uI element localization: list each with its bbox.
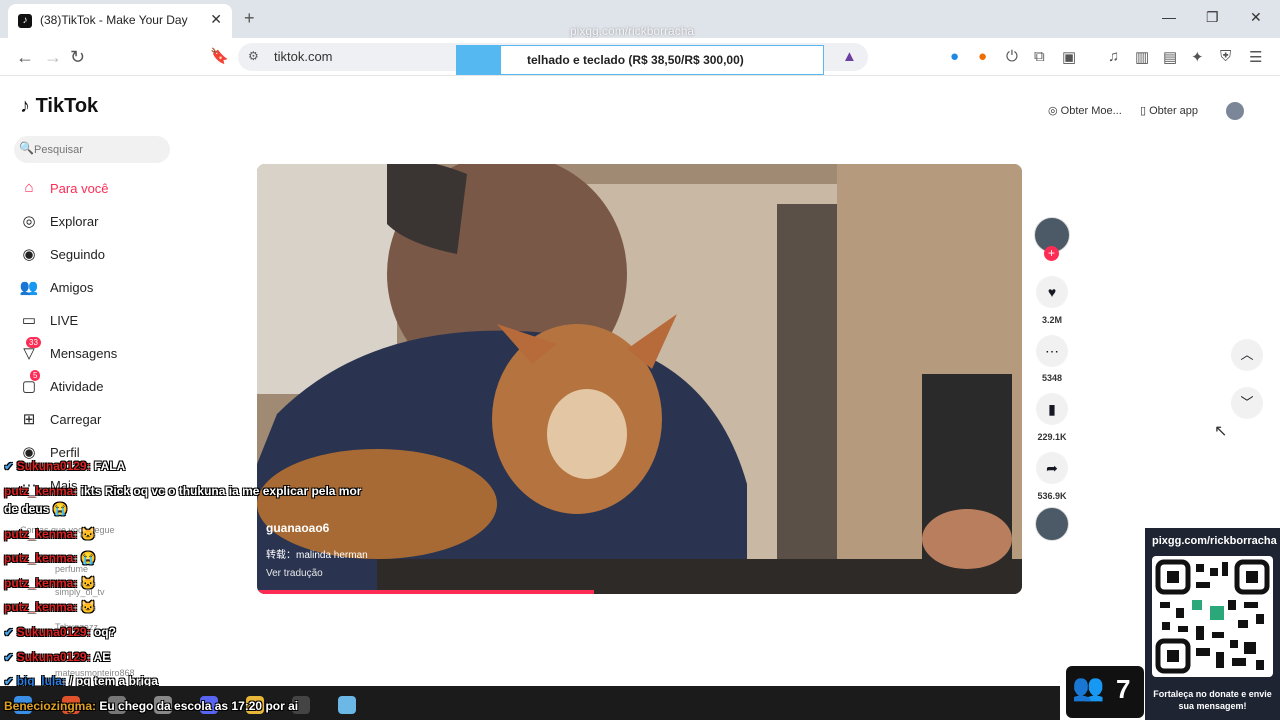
- sidebar-item-amigos[interactable]: 👥 Amigos: [18, 276, 218, 302]
- restore-icon[interactable]: ❐: [1206, 9, 1219, 26]
- close-window-icon[interactable]: ✕: [1250, 9, 1262, 26]
- wallet-icon[interactable]: ▤: [1163, 48, 1177, 66]
- donate-goal-text: telhado e teclado (R$ 38,50/R$ 300,00): [527, 53, 744, 67]
- search-icon: 🔍: [19, 141, 34, 155]
- extension-icon[interactable]: ●: [978, 48, 987, 65]
- live-icon: ▭: [21, 312, 37, 329]
- brave-rewards-icon[interactable]: ▲: [842, 48, 857, 65]
- chat-message: ✔ Sukuna0129: FALA: [4, 459, 126, 473]
- minimize-icon[interactable]: —: [1162, 9, 1176, 25]
- see-translation-link[interactable]: Ver tradução: [266, 568, 323, 579]
- user-avatar[interactable]: [1226, 102, 1244, 120]
- donate-goal-banner: telhado e teclado (R$ 38,50/R$ 300,00): [456, 45, 824, 75]
- checkmark-icon: ✔: [4, 627, 14, 639]
- leo-icon[interactable]: ✦: [1191, 48, 1204, 66]
- forward-icon[interactable]: →: [44, 47, 62, 68]
- search-input[interactable]: [34, 140, 164, 159]
- sidebar-item-live[interactable]: ▭ LIVE: [18, 309, 218, 335]
- donation-qr-panel: pixgg.com/rickborracha Fortaleça no dona…: [1145, 528, 1280, 720]
- qr-title: pixgg.com/rickborracha: [1152, 535, 1277, 547]
- video-frame: [257, 164, 1022, 594]
- qr-code: [1152, 556, 1273, 677]
- back-icon[interactable]: ←: [16, 47, 34, 68]
- stream-watermark: pixgg.com/rickborracha: [570, 24, 695, 38]
- video-player[interactable]: guanaoao6 转载：malinda herman Ver tradução: [257, 164, 1022, 594]
- people-icon: 👥: [1072, 672, 1105, 702]
- power-icon[interactable]: ⏻: [1006, 48, 1018, 65]
- reload-icon[interactable]: ↻: [70, 47, 85, 68]
- next-video-chevron-down-icon[interactable]: ﹀: [1231, 387, 1263, 419]
- upload-icon: ⊞: [22, 411, 36, 428]
- chat-message: ✔ Sukuna0129: oq?: [4, 625, 116, 639]
- comment-count: 5348: [1041, 373, 1063, 383]
- sidebar-item-explorar[interactable]: ◎ Explorar: [18, 210, 218, 236]
- new-tab-icon[interactable]: +: [244, 8, 255, 29]
- music-icon[interactable]: ♫: [1108, 48, 1119, 65]
- share-count: 536.9K: [1037, 491, 1067, 501]
- previous-video-chevron-up-icon[interactable]: ︿: [1231, 339, 1263, 371]
- following-account[interactable]: perfume: [55, 564, 88, 574]
- chat-message: ✔ Sukuna0129: AE: [4, 650, 111, 664]
- checkmark-icon: ✔: [4, 461, 14, 473]
- follow-plus-icon[interactable]: +: [1044, 246, 1059, 261]
- sidebar-item-atividade[interactable]: ▢ 5 Atividade: [18, 370, 218, 401]
- app-icon[interactable]: [338, 696, 356, 714]
- chat-message: putz_kenma: 🐱: [4, 527, 96, 541]
- browser-tab[interactable]: ♪ (38)TikTok - Make Your Day ✕: [8, 4, 232, 38]
- friends-icon: 👥: [19, 279, 39, 296]
- chat-message: Beneciozingma: Eu chego da escola as 17:…: [4, 699, 299, 713]
- shield-icon[interactable]: ⛨: [1220, 48, 1231, 65]
- sidebar-item-carregar[interactable]: ⊞ Carregar: [18, 408, 218, 434]
- donate-progress-fill: [457, 46, 501, 74]
- comment-icon[interactable]: ⋯: [1036, 335, 1068, 367]
- home-icon: ⌂: [24, 179, 34, 196]
- tiktok-favicon-icon: ♪: [18, 14, 32, 28]
- tab-title: (38)TikTok - Make Your Day: [40, 13, 188, 27]
- extension-icon[interactable]: ●: [950, 48, 959, 65]
- reader-icon[interactable]: ▣: [1062, 48, 1076, 66]
- chat-message: putz_kenma: 🐱: [4, 600, 96, 614]
- video-progress-bar[interactable]: [257, 590, 594, 594]
- tiktok-logo[interactable]: ♪ TikTok: [20, 95, 98, 118]
- search-box[interactable]: 🔍: [14, 136, 170, 163]
- browser-tabbar: ♪ (38)TikTok - Make Your Day ✕ + — ❐ ✕ p…: [0, 0, 1280, 38]
- chat-message: putz_kenma: ikts Rick oq vc o thukuna ia…: [4, 484, 362, 498]
- sidebar-icon[interactable]: ▥: [1135, 48, 1149, 66]
- menu-icon[interactable]: ☰: [1249, 48, 1262, 66]
- sidebar-item-seguindo[interactable]: ◉ Seguindo: [18, 243, 218, 269]
- video-repost-credit: 转载：malinda herman: [266, 550, 368, 561]
- close-tab-icon[interactable]: ✕: [210, 11, 222, 28]
- save-count: 229.1K: [1037, 432, 1067, 442]
- chat-message: putz_kenma: 😭: [4, 551, 96, 565]
- like-count: 3.2M: [1041, 315, 1062, 325]
- mouse-cursor-icon: ↖: [1214, 423, 1228, 440]
- qr-footer-text: Fortaleça no donate e envie sua mensagem…: [1153, 689, 1272, 711]
- chat-message: de deus 😭: [4, 502, 68, 516]
- site-info-icon[interactable]: ⚙: [248, 49, 259, 63]
- video-author[interactable]: guanaoao6: [266, 521, 329, 535]
- chat-message: putz_kenma: 🐱: [4, 576, 96, 590]
- viewer-count: 7: [1116, 674, 1131, 704]
- music-disc-avatar[interactable]: [1035, 507, 1069, 541]
- viewer-counter: 👥 7: [1066, 666, 1144, 718]
- compass-icon: ◎: [22, 213, 36, 230]
- bookmark-icon[interactable]: 🔖: [210, 47, 229, 65]
- save-bookmark-icon[interactable]: ▮: [1036, 393, 1068, 425]
- sidebar-item-mensagens[interactable]: ▽ 33 Mensagens: [18, 337, 218, 368]
- messages-badge: 33: [26, 337, 41, 348]
- following-avatar-icon: ◉: [22, 246, 36, 263]
- share-icon[interactable]: ➦: [1036, 452, 1068, 484]
- like-heart-icon[interactable]: ♥: [1036, 276, 1068, 308]
- get-app-button[interactable]: ▯ Obter app: [1140, 104, 1198, 117]
- checkmark-icon: ✔: [4, 652, 14, 664]
- url-text[interactable]: tiktok.com: [274, 49, 333, 64]
- puzzle-icon[interactable]: ⧉: [1034, 48, 1045, 65]
- sidebar-item-para-voce[interactable]: ⌂ Para você: [18, 177, 218, 203]
- get-coins-button[interactable]: ◎ Obter Moe...: [1048, 104, 1122, 117]
